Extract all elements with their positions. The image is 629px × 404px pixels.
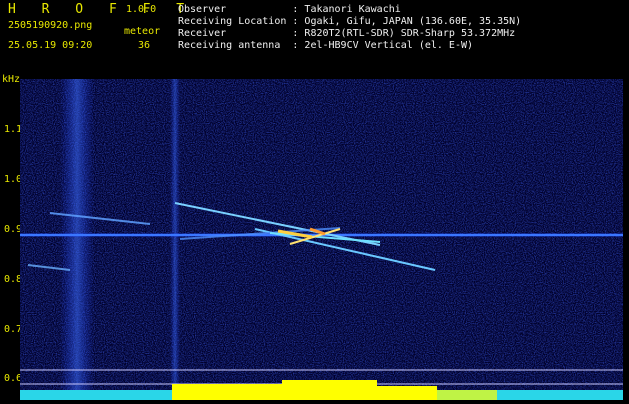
level-burst (377, 386, 437, 400)
header: H R O F F T 1.0.0 2505190920.png meteor … (0, 0, 629, 80)
observer-info: Observer : Takanori Kawachi (178, 4, 401, 15)
file-name: 2505190920.png (8, 20, 93, 31)
datetime: 25.05.19 09:20 (8, 40, 93, 51)
receiver-info: Receiver : R820T2(RTL-SDR) SDR-Sharp 53.… (178, 28, 516, 39)
antenna-info: Receiving antenna : 2el-HB9CV Vertical (… (178, 40, 474, 51)
signal-level-strip (20, 378, 623, 400)
signal-level-bars (20, 380, 623, 400)
meteor-label: meteor (124, 26, 161, 37)
level-burst (172, 384, 282, 400)
meteor-count: 36 (138, 40, 151, 51)
app-title: H R O F F T (8, 2, 194, 17)
y-axis-unit: kHz (2, 74, 21, 85)
location-info: Receiving Location : Ogaki, Gifu, JAPAN … (178, 16, 522, 27)
level-burst (282, 380, 377, 400)
spectrogram (20, 79, 623, 394)
level-burst (437, 390, 497, 400)
spectrogram-canvas (20, 79, 623, 394)
app-version: 1.0.0 (126, 4, 157, 15)
